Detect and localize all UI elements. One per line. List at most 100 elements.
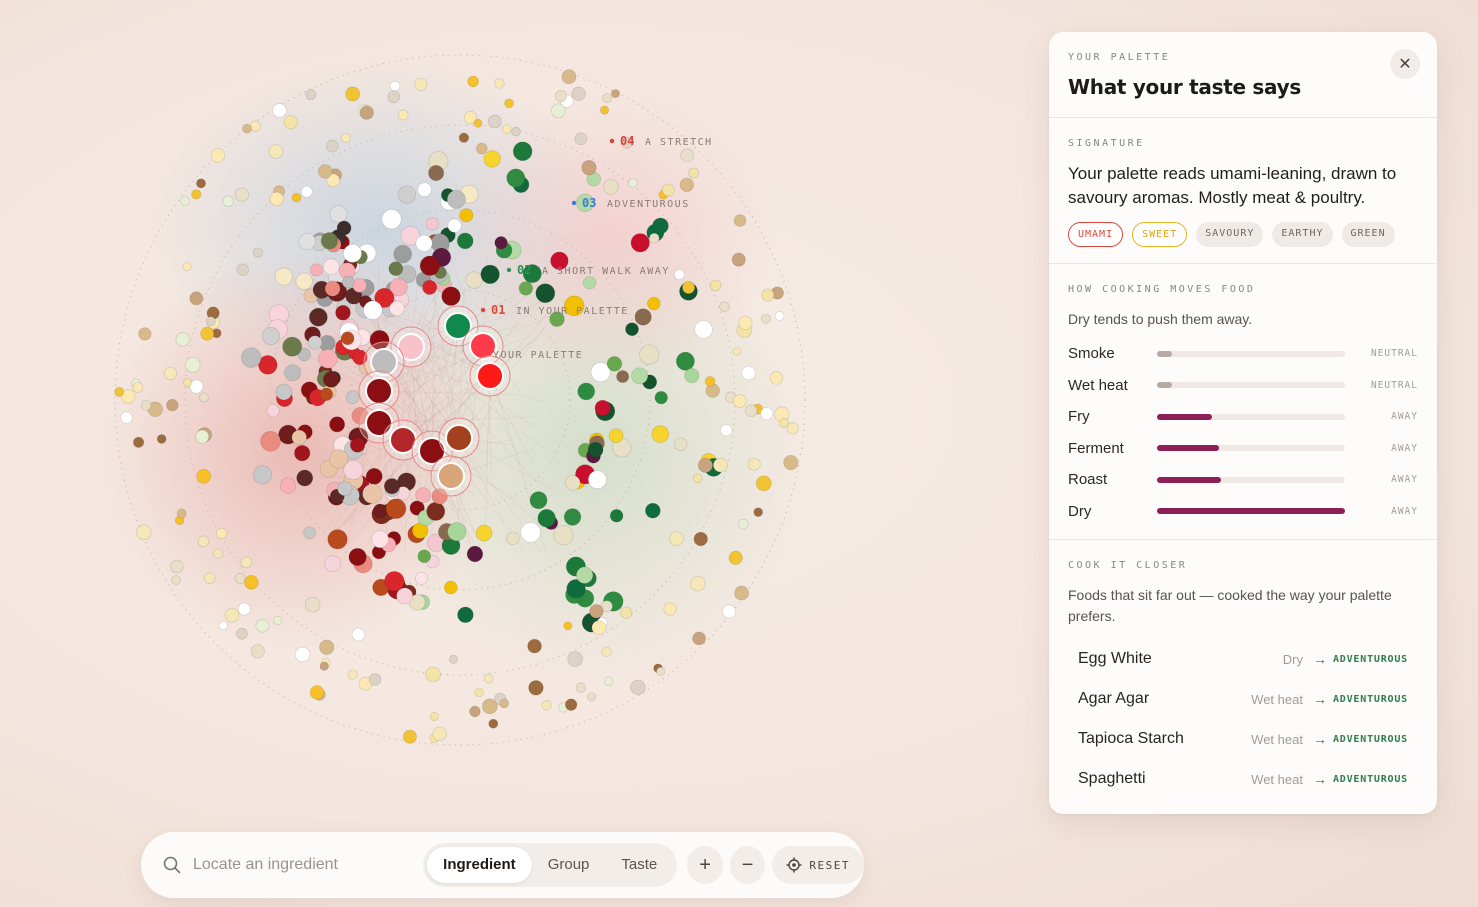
ingredient-dot[interactable]: [564, 698, 578, 711]
ingredient-dot[interactable]: [269, 191, 284, 207]
ingredient-dot[interactable]: [480, 264, 500, 285]
ingredient-dot[interactable]: [138, 327, 152, 341]
ingredient-dot[interactable]: [474, 687, 484, 698]
ingredient-dot[interactable]: [520, 522, 541, 543]
ingredient-dot[interactable]: [189, 291, 204, 306]
ingredient-dot[interactable]: [599, 105, 610, 115]
ingredient-dot[interactable]: [760, 313, 771, 324]
zoom-out-button[interactable]: −: [729, 846, 766, 884]
ingredient-dot[interactable]: [528, 680, 544, 696]
ingredient-dot[interactable]: [760, 407, 774, 421]
ingredient-dot[interactable]: [325, 139, 339, 153]
ingredient-dot[interactable]: [320, 232, 339, 250]
ingredient-dot[interactable]: [236, 263, 249, 276]
ingredient-dot[interactable]: [171, 575, 181, 586]
ingredient-dot[interactable]: [625, 322, 639, 337]
ingredient-dot[interactable]: [692, 631, 706, 646]
ingredient-dot[interactable]: [652, 217, 669, 235]
ingredient-dot[interactable]: [234, 572, 246, 584]
ingredient-dot[interactable]: [493, 77, 505, 89]
ingredient-dot[interactable]: [680, 148, 695, 163]
ingredient-dot[interactable]: [322, 371, 340, 388]
ingredient-dot[interactable]: [603, 179, 619, 195]
ingredient-dot[interactable]: [402, 729, 417, 744]
ingredient-dot[interactable]: [308, 307, 328, 327]
cook-closer-item[interactable]: Spaghetti Wet heat → ADVENTUROUS: [1068, 759, 1418, 799]
palette-ingredient[interactable]: [437, 462, 465, 490]
ingredient-dot[interactable]: [628, 178, 638, 188]
ingredient-dot[interactable]: [417, 549, 432, 564]
ingredient-dot[interactable]: [372, 503, 388, 519]
ingredient-dot[interactable]: [669, 531, 684, 546]
ingredient-dot[interactable]: [343, 460, 364, 481]
ingredient-dot[interactable]: [236, 627, 248, 640]
ingredient-dot[interactable]: [709, 279, 722, 292]
ingredient-dot[interactable]: [475, 524, 493, 542]
ingredient-dot[interactable]: [417, 182, 432, 197]
ingredient-dot[interactable]: [261, 326, 281, 346]
ingredient-dot[interactable]: [527, 638, 542, 654]
ingredient-dot[interactable]: [324, 555, 342, 573]
ingredient-dot[interactable]: [195, 178, 207, 189]
ingredient-dot[interactable]: [432, 726, 447, 741]
ingredient-dot[interactable]: [728, 550, 743, 565]
ingredient-dot[interactable]: [397, 109, 409, 121]
ingredient-dot[interactable]: [506, 168, 526, 188]
ingredient-dot[interactable]: [551, 103, 566, 119]
ingredient-dot[interactable]: [608, 428, 624, 444]
ingredient-dot[interactable]: [473, 118, 483, 128]
ingredient-dot[interactable]: [255, 618, 270, 633]
ingredient-dot[interactable]: [318, 348, 338, 369]
ingredient-dot[interactable]: [324, 280, 341, 297]
ingredient-dot[interactable]: [587, 470, 607, 490]
ingredient-dot[interactable]: [319, 387, 334, 401]
ingredient-dot[interactable]: [348, 547, 367, 567]
ingredient-dot[interactable]: [467, 75, 479, 88]
ingredient-dot[interactable]: [663, 602, 677, 616]
taste-map[interactable]: 01 IN YOUR PALETTE 02 A SHORT WALK AWAY 03 AD…: [0, 0, 1040, 907]
ingredient-dot[interactable]: [535, 283, 556, 304]
ingredient-dot[interactable]: [458, 132, 470, 143]
ingredient-dot[interactable]: [719, 301, 730, 313]
ingredient-dot[interactable]: [651, 425, 670, 443]
ingredient-dot[interactable]: [337, 480, 353, 497]
ingredient-dot[interactable]: [182, 262, 192, 272]
ingredient-dot[interactable]: [329, 416, 346, 433]
ingredient-dot[interactable]: [319, 639, 335, 655]
ingredient-dot[interactable]: [466, 545, 484, 563]
ingredient-dot[interactable]: [731, 252, 746, 267]
ingredient-dot[interactable]: [415, 234, 433, 252]
ingredient-dot[interactable]: [769, 371, 784, 385]
ingredient-dot[interactable]: [388, 261, 404, 277]
ingredient-dot[interactable]: [282, 336, 303, 357]
ingredient-dot[interactable]: [602, 93, 612, 104]
ingredient-dot[interactable]: [212, 548, 223, 559]
ingredient-dot[interactable]: [175, 332, 190, 347]
ingredient-dot[interactable]: [606, 356, 623, 372]
ingredient-dot[interactable]: [648, 232, 660, 244]
ingredient-dot[interactable]: [425, 666, 441, 683]
mode-taste-button[interactable]: Taste: [605, 847, 673, 883]
ingredient-dot[interactable]: [587, 692, 597, 702]
search-box[interactable]: [141, 855, 423, 875]
ingredient-dot[interactable]: [761, 288, 775, 302]
ingredient-dot[interactable]: [362, 483, 383, 504]
ingredient-dot[interactable]: [693, 531, 708, 547]
ingredient-dot[interactable]: [428, 164, 445, 182]
ingredient-dot[interactable]: [250, 644, 265, 659]
ingredient-dot[interactable]: [553, 525, 574, 546]
ingredient-dot[interactable]: [654, 390, 668, 405]
ingredient-dot[interactable]: [587, 441, 604, 458]
ingredient-dot[interactable]: [389, 300, 405, 317]
ingredient-dot[interactable]: [183, 377, 193, 387]
ingredient-dot[interactable]: [684, 367, 700, 384]
ingredient-dot[interactable]: [529, 491, 548, 510]
ingredient-dot[interactable]: [656, 666, 666, 677]
cook-closer-item[interactable]: Agar Agar Wet heat → ADVENTUROUS: [1068, 679, 1418, 719]
ingredient-dot[interactable]: [191, 189, 202, 200]
ingredient-dot[interactable]: [738, 315, 753, 331]
ingredient-dot[interactable]: [385, 498, 407, 520]
ingredient-dot[interactable]: [630, 233, 650, 253]
ingredient-dot[interactable]: [647, 296, 661, 311]
ingredient-dot[interactable]: [198, 392, 209, 403]
